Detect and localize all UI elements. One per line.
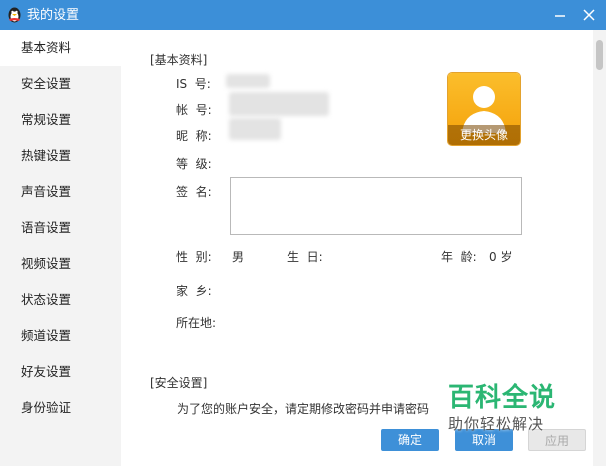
sidebar-item-friends[interactable]: 好友设置 [0,354,121,390]
is-number-value-redacted [226,74,270,88]
account-value-redacted [229,92,329,116]
signature-textarea[interactable] [230,177,522,235]
settings-sidebar: 基本资料 安全设置 常规设置 热键设置 声音设置 语音设置 视频设置 状态设置 … [0,30,121,466]
age-value: 0 岁 [489,250,513,264]
sidebar-item-voice[interactable]: 语音设置 [0,210,121,246]
sidebar-item-general[interactable]: 常规设置 [0,102,121,138]
sidebar-item-identity[interactable]: 身份验证 [0,390,121,426]
nickname-value-redacted [229,118,281,140]
close-icon [583,9,595,21]
sidebar-item-status[interactable]: 状态设置 [0,282,121,318]
scrollbar-thumb[interactable] [596,40,603,70]
minimize-button[interactable] [550,5,570,25]
sidebar-item-basic-profile[interactable]: 基本资料 [0,30,121,66]
watermark-subtitle: 助你轻松解决 [448,415,545,433]
basic-profile-section-title: [基本资料] [150,53,208,67]
sidebar-item-channel[interactable]: 频道设置 [0,318,121,354]
security-section-title: [安全设置] [150,376,208,390]
sidebar-item-video[interactable]: 视频设置 [0,246,121,282]
sidebar-item-sound[interactable]: 声音设置 [0,174,121,210]
baike-watermark: 百科全说 助你轻松解决 [448,383,568,433]
window-title: 我的设置 [27,8,80,23]
hometown-label: 家 乡: [176,284,212,298]
minimize-icon [555,15,565,17]
content-scrollbar[interactable] [593,30,606,466]
avatar-change-label: 更换头像 [448,125,520,145]
security-tip-text: 为了您的账户安全，请定期修改密码并申请密码 [177,402,430,416]
sidebar-item-security[interactable]: 安全设置 [0,66,121,102]
signature-label: 签 名: [176,185,212,199]
gender-value: 男 [232,250,245,264]
settings-window: 我的设置 基本资料 安全设置 常规设置 热键设置 声音设置 语音设置 视频设置 … [0,0,606,466]
gender-label: 性 别: [176,250,212,264]
qq-penguin-icon [6,6,23,23]
close-button[interactable] [579,5,599,25]
ok-button[interactable]: 确定 [381,429,439,451]
nickname-label: 昵 称: [176,129,212,143]
location-label: 所在地: [176,316,217,330]
account-label: 帐 号: [176,103,212,117]
level-label: 等 级: [176,157,212,171]
avatar-change-button[interactable]: 更换头像 [448,73,520,145]
sidebar-item-hotkeys[interactable]: 热键设置 [0,138,121,174]
title-bar[interactable]: 我的设置 [0,0,606,30]
watermark-title: 百科全说 [448,383,557,413]
birthday-label: 生 日: [287,250,323,264]
